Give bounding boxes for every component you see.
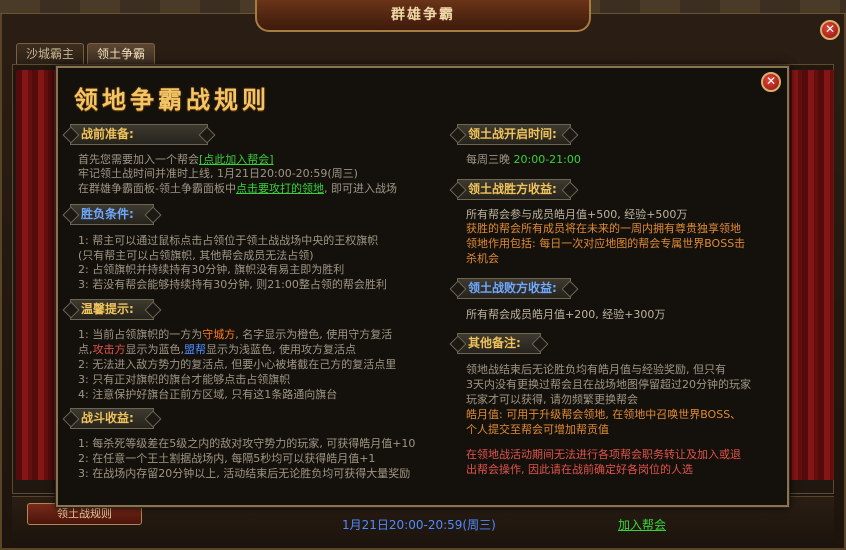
prep-line-1: 首先您需要加入一个帮会[点此加入帮会] bbox=[78, 153, 274, 166]
tips-line-2-suffix: 显示为浅蓝色, 使用攻方复活点 bbox=[206, 343, 356, 356]
bottom-war-time: 1月21日20:00-20:59(周三) bbox=[342, 518, 496, 532]
defender-label: 守城方 bbox=[202, 328, 236, 341]
win-reward-heading: 领土战胜方收益: bbox=[457, 179, 571, 200]
attacker-label: 攻击方 bbox=[92, 343, 126, 356]
popup-title: 领地争霸战规则 bbox=[74, 85, 270, 114]
win-reward-line-3: 领地作用包括: 每日一次对应地图的帮会专属世界BOSS击 bbox=[466, 237, 746, 250]
tips-heading: 温馨提示: bbox=[70, 299, 154, 320]
tips-line-5: 4: 注意保护好旗台正前方区域, 只有这1条路通向旗台 bbox=[78, 388, 338, 401]
reward-line-3: 3: 在战场内存留20分钟以上, 活动结束后无论胜负均可获得大量奖励 bbox=[78, 467, 411, 480]
tips-line-3: 2: 无法进入敌方势力的复活点, 但要小心被堵截在己方的复活点里 bbox=[78, 358, 397, 371]
lose-reward-line-1: 所有帮会成员皓月值+200, 经验+300万 bbox=[466, 308, 666, 321]
prep-line-1-text: 首先您需要加入一个帮会 bbox=[78, 153, 199, 166]
popup-close-icon[interactable]: ✕ bbox=[761, 72, 781, 92]
bottom-join-guild-link[interactable]: 加入帮会 bbox=[618, 516, 666, 533]
window-title: 群雄争霸 bbox=[255, 0, 591, 32]
reward-line-1: 1: 每杀死等级差在5级之内的敌对攻守势力的玩家, 可获得皓月值+10 bbox=[78, 437, 416, 450]
prep-line-3-suffix: , 即可进入战场 bbox=[323, 182, 397, 195]
notes-line-1: 领地战结束后无论胜负均有皓月值与经验奖励, 但只有 bbox=[466, 363, 726, 376]
tips-line-2-prefix: 点, bbox=[78, 343, 93, 356]
tab-sand-city-overlord[interactable]: 沙城霸主 bbox=[16, 43, 85, 65]
tips-line-1: 1: 当前占领旗帜的一方为守城方, 名字显示为橙色, 使用守方复活 bbox=[78, 328, 392, 341]
tips-line-2-mid: 显示为蓝色, bbox=[125, 343, 185, 356]
open-time-prefix: 每周三晚 bbox=[466, 153, 510, 166]
victory-heading: 胜负条件: bbox=[70, 204, 154, 225]
notes-heading: 其他备注: bbox=[457, 333, 541, 354]
open-time-text: 每周三晚 20:00-21:00 bbox=[466, 153, 581, 166]
tips-line-1-prefix: 1: 当前占领旗帜的一方为 bbox=[78, 328, 203, 341]
prep-line-2: 牢记领土战时间并准时上线, 1月21日20:00-20:59(周三) bbox=[78, 167, 358, 180]
notes-line-7: 出帮会操作, 因此请在战前确定好各岗位的人选 bbox=[466, 463, 693, 476]
notes-line-2: 3天内没有更换过帮会且在战场地图停留超过20分钟的玩家 bbox=[466, 378, 751, 391]
notes-line-5: 个人提交至帮会可增加帮贡值 bbox=[466, 423, 609, 436]
win-reward-line-2: 获胜的帮会所有成员将在未来的一周内拥有尊贵独享领地 bbox=[466, 222, 741, 235]
tab-territory-war[interactable]: 领土争霸 bbox=[87, 43, 156, 65]
win-reward-line-4: 杀机会 bbox=[466, 252, 499, 265]
tips-line-2: 点,攻击方显示为蓝色,盟帮显示为浅蓝色, 使用攻方复活点 bbox=[78, 343, 356, 356]
victory-line-3: 2: 占领旗帜并持续持有30分钟, 旗帜没有易主即为胜利 bbox=[78, 263, 345, 276]
tips-line-1-suffix: , 名字显示为橙色, 使用守方复活 bbox=[235, 328, 393, 341]
open-time-value: 20:00-21:00 bbox=[513, 153, 581, 166]
open-time-heading: 领土战开启时间: bbox=[457, 124, 571, 145]
reward-line-2: 2: 在任意一个王土割据战场内, 每隔5秒均可以获得皓月值+1 bbox=[78, 452, 376, 465]
win-reward-line-1: 所有帮会参与成员皓月值+500, 经验+500万 bbox=[466, 208, 688, 221]
notes-line-6: 在领地战活动期间无法进行各项帮会职务转让及加入或退 bbox=[466, 448, 741, 461]
right-curtain-decoration bbox=[786, 70, 834, 480]
prep-heading: 战前准备: bbox=[70, 124, 208, 145]
notes-line-3: 玩家才可以获得, 请勿频繁更换帮会 bbox=[466, 393, 638, 406]
prep-line-3-prefix: 在群雄争霸面板-领土争霸面板中 bbox=[78, 182, 236, 195]
victory-line-4: 3: 若没有帮会能够持续持有30分钟, 则21:00整占领的帮会胜利 bbox=[78, 278, 387, 291]
tab-bar: 沙城霸主 领土争霸 bbox=[16, 43, 156, 65]
join-guild-link[interactable]: [点此加入帮会] bbox=[199, 153, 274, 166]
window-close-icon[interactable]: ✕ bbox=[820, 20, 840, 40]
victory-line-2: (只有帮主可以占领旗帜, 其他帮会成员无法占领) bbox=[78, 249, 314, 262]
reward-heading: 战斗收益: bbox=[70, 408, 154, 429]
attack-territory-link[interactable]: 点击要攻打的领地 bbox=[236, 182, 324, 195]
victory-line-1: 1: 帮主可以通过鼠标点击占领位于领土战战场中央的王权旗帜 bbox=[78, 234, 379, 247]
prep-line-3: 在群雄争霸面板-领土争霸面板中点击要攻打的领地, 即可进入战场 bbox=[78, 182, 397, 195]
lose-reward-heading: 领土战败方收益: bbox=[457, 278, 571, 299]
tips-line-4: 3: 只有正对旗帜的旗台才能够点击占领旗帜 bbox=[78, 373, 291, 386]
ally-label: 盟帮 bbox=[184, 343, 206, 356]
notes-line-4: 皓月值: 可用于升级帮会领地, 在领地中召唤世界BOSS、 bbox=[466, 408, 742, 421]
